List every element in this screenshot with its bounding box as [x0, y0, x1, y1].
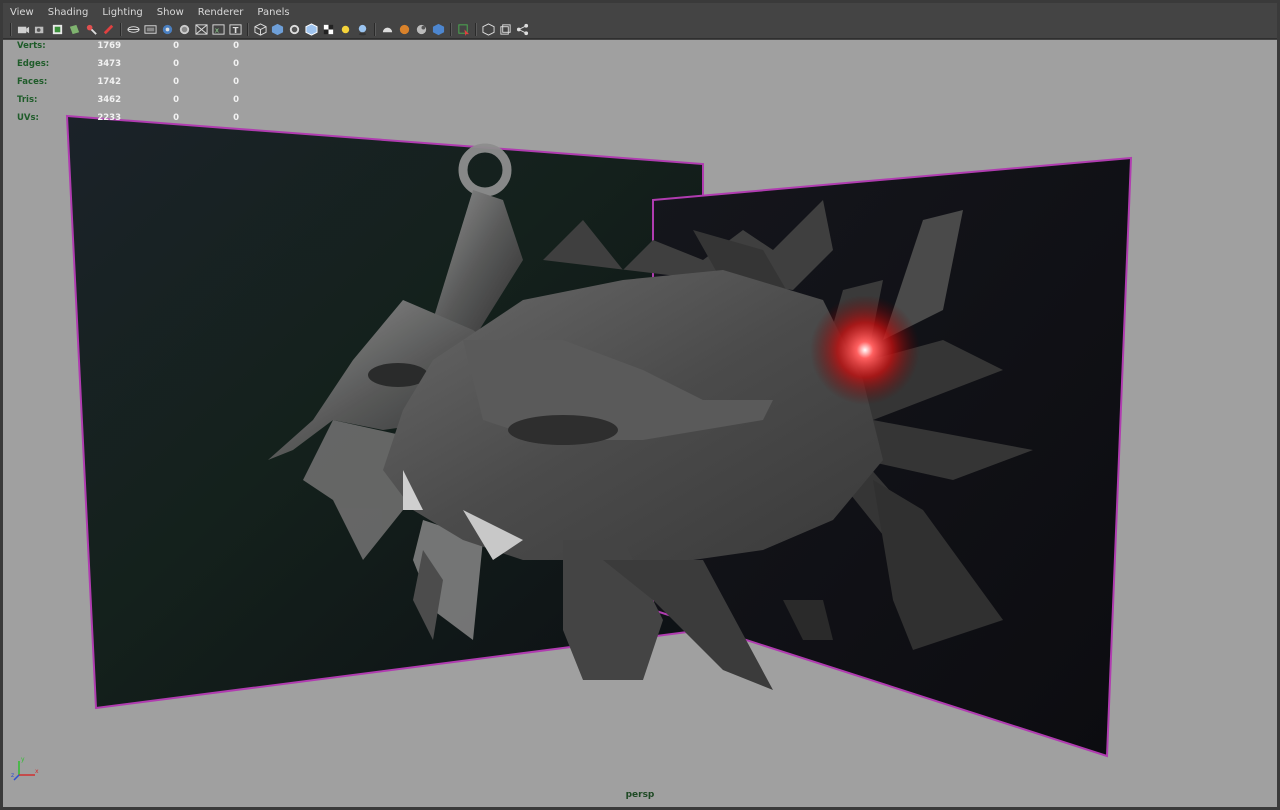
gate-mask-icon[interactable] — [178, 23, 192, 37]
smooth-shade-icon[interactable] — [271, 23, 285, 37]
menu-lighting[interactable]: Lighting — [95, 7, 149, 18]
hud-value-component: 0 — [233, 95, 239, 105]
image-plane-icon[interactable] — [68, 23, 82, 37]
wireframe-icon[interactable] — [254, 23, 268, 37]
flat-shade-icon[interactable] — [288, 23, 302, 37]
camera-attributes-icon[interactable] — [34, 23, 48, 37]
hud-value-selected: 0 — [173, 41, 179, 51]
scene-render[interactable] — [3, 40, 1277, 807]
axis-x-label: x — [35, 768, 39, 775]
toolbar-separator — [247, 23, 249, 36]
select-camera-icon[interactable] — [17, 23, 31, 37]
hud-label: Faces: — [17, 77, 48, 87]
xray-components-icon[interactable] — [516, 23, 530, 37]
hud-value-visible: 1769 — [97, 41, 121, 51]
textured-icon[interactable] — [322, 23, 336, 37]
hud-value-visible: 2233 — [97, 113, 121, 123]
hud-label: UVs: — [17, 113, 39, 123]
menu-view[interactable]: View — [3, 7, 41, 18]
hud-value-component: 0 — [233, 77, 239, 87]
toolbar-separator — [120, 23, 122, 36]
hud-value-selected: 0 — [173, 77, 179, 87]
hud-value-selected: 0 — [173, 95, 179, 105]
hud-value-component: 0 — [233, 59, 239, 69]
menu-panels[interactable]: Panels — [250, 7, 296, 18]
isolate-select-icon[interactable] — [457, 23, 471, 37]
xray-icon[interactable] — [482, 23, 496, 37]
toolbar-separator — [475, 23, 477, 36]
toolbar-separator — [450, 23, 452, 36]
bookmarks-icon[interactable] — [51, 23, 65, 37]
hud-value-visible: 3473 — [97, 59, 121, 69]
panel-menu-bar: View Shading Lighting Show Renderer Pane… — [3, 3, 1277, 21]
screen-space-ao-icon[interactable] — [381, 23, 395, 37]
menu-show[interactable]: Show — [150, 7, 191, 18]
svg-text:x: x — [215, 25, 220, 34]
2d-pan-zoom-icon[interactable] — [85, 23, 99, 37]
panel-toolbar: x T — [3, 21, 1277, 39]
field-chart-icon[interactable] — [195, 23, 209, 37]
hud-value-visible: 1742 — [97, 77, 121, 87]
camera-name-label: persp — [625, 790, 655, 800]
hud-value-component: 0 — [233, 41, 239, 51]
depth-of-field-icon[interactable] — [432, 23, 446, 37]
grid-icon[interactable] — [127, 23, 141, 37]
hud-label: Verts: — [17, 41, 46, 51]
film-gate-icon[interactable] — [144, 23, 158, 37]
motion-blur-icon[interactable] — [398, 23, 412, 37]
safe-action-icon[interactable]: x — [212, 23, 226, 37]
grease-pencil-icon[interactable] — [102, 23, 116, 37]
toolbar-separator — [374, 23, 376, 36]
shadows-icon[interactable] — [356, 23, 370, 37]
toolbar-separator — [10, 23, 12, 36]
resolution-gate-icon[interactable] — [161, 23, 175, 37]
hud-value-component: 0 — [233, 113, 239, 123]
bounding-box-icon[interactable] — [305, 23, 319, 37]
xray-joints-icon[interactable] — [499, 23, 513, 37]
axis-z-label: z — [11, 772, 14, 779]
glowing-red-eye — [810, 295, 920, 405]
hud-label: Tris: — [17, 95, 38, 105]
hud-label: Edges: — [17, 59, 50, 69]
use-lights-icon[interactable] — [339, 23, 353, 37]
hud-value-selected: 0 — [173, 59, 179, 69]
safe-title-icon[interactable]: T — [229, 23, 243, 37]
menu-renderer[interactable]: Renderer — [191, 7, 251, 18]
axis-y-label: y — [21, 756, 25, 763]
svg-text:T: T — [233, 25, 239, 35]
multisample-aa-icon[interactable] — [415, 23, 429, 37]
menu-shading[interactable]: Shading — [41, 7, 96, 18]
hud-value-selected: 0 — [173, 113, 179, 123]
hud-value-visible: 3462 — [97, 95, 121, 105]
3d-viewport[interactable]: Verts: 1769 0 0 Edges: 3473 0 0 Faces: 1… — [3, 40, 1277, 807]
axis-gizmo-icon: y x z — [11, 753, 41, 787]
